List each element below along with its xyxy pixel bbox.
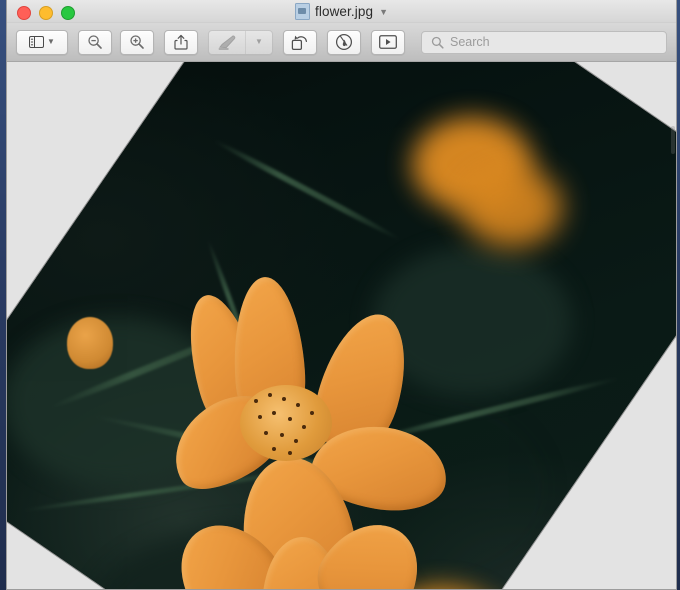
vertical-scrollbar[interactable] — [671, 126, 675, 154]
toolbar: ▼ ▼ Search — [7, 23, 676, 62]
markup-chevron-down-icon: ▼ — [255, 37, 263, 46]
blurred-flower-top-right-lobe — [461, 166, 562, 247]
markup-pen-icon — [218, 35, 237, 50]
zoom-in-button[interactable] — [120, 29, 154, 55]
share-icon — [174, 34, 188, 50]
photo-artwork — [7, 62, 676, 589]
annotate-button[interactable] — [327, 29, 361, 55]
flower-disc — [239, 384, 332, 461]
screen: flower.jpg ▼ ▼ ▼ Search — [0, 0, 680, 590]
sidebar-chevron-down-icon[interactable]: ▼ — [47, 38, 55, 46]
title-chevron-down-icon[interactable]: ▼ — [379, 7, 388, 17]
markup-options-button[interactable]: ▼ — [245, 30, 272, 54]
zoom-button-group — [78, 29, 154, 55]
rotated-image-frame[interactable]: © wexdru.com — [7, 62, 676, 589]
window-title: flower.jpg ▼ — [7, 0, 676, 22]
window-title-bar[interactable]: flower.jpg ▼ — [7, 0, 676, 23]
zoom-out-button[interactable] — [78, 29, 112, 55]
rotate-icon — [291, 34, 309, 51]
window-title-text: flower.jpg — [315, 3, 374, 19]
zoom-in-icon — [129, 34, 145, 50]
slideshow-button[interactable] — [371, 29, 405, 55]
search-field[interactable]: Search — [421, 30, 667, 54]
markup-button-group[interactable]: ▼ — [208, 29, 273, 55]
image-canvas[interactable]: © wexdru.com — [7, 62, 676, 589]
preview-window: flower.jpg ▼ ▼ ▼ Search — [6, 0, 677, 590]
annotate-circle-icon — [335, 33, 353, 51]
play-icon — [379, 35, 397, 49]
search-input[interactable]: Search — [450, 35, 490, 49]
sidebar-icon — [29, 36, 45, 48]
share-button[interactable] — [164, 29, 198, 55]
flower-photo: © wexdru.com — [7, 62, 676, 589]
sidebar-button[interactable]: ▼ — [16, 29, 68, 55]
flower-bud — [66, 316, 113, 369]
zoom-out-icon — [87, 34, 103, 50]
search-icon — [431, 36, 444, 49]
markup-button[interactable] — [209, 31, 245, 54]
document-icon — [295, 2, 311, 20]
rotate-button[interactable] — [283, 29, 317, 55]
main-flower — [155, 274, 461, 589]
